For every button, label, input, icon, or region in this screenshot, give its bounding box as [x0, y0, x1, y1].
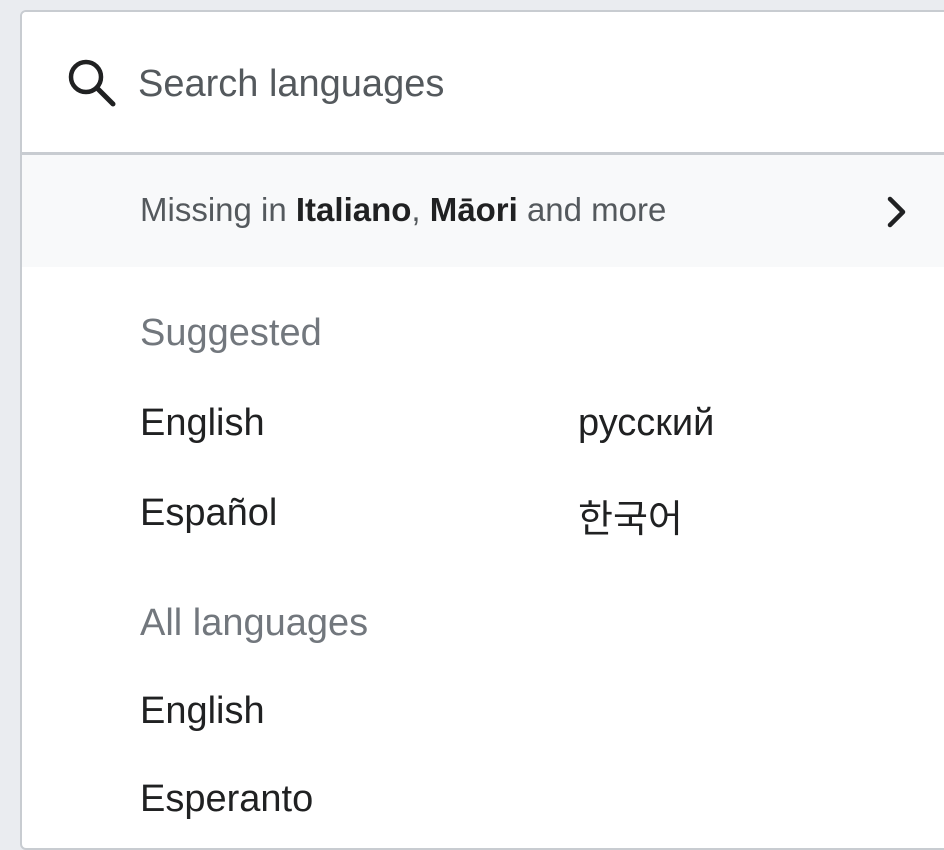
- missing-suffix: and more: [517, 191, 667, 228]
- search-icon: [64, 56, 120, 112]
- missing-languages-banner[interactable]: Missing in Italiano, Māori and more: [22, 155, 944, 267]
- missing-prefix: Missing in: [140, 191, 296, 228]
- language-item-spanish[interactable]: Español: [140, 492, 277, 535]
- missing-language-1: Italiano: [295, 191, 412, 228]
- search-input[interactable]: [138, 56, 898, 112]
- missing-separator: ,: [411, 191, 430, 228]
- language-item-english[interactable]: English: [140, 402, 265, 445]
- language-item-english-all[interactable]: English: [140, 690, 265, 733]
- all-languages-heading: All languages: [140, 602, 369, 644]
- language-item-russian[interactable]: русский: [578, 402, 714, 445]
- chevron-right-icon: [884, 195, 910, 229]
- missing-language-2: Māori: [429, 191, 518, 228]
- language-item-korean[interactable]: 한국어: [578, 488, 683, 543]
- suggested-heading: Suggested: [140, 312, 322, 354]
- search-bar: [22, 12, 944, 155]
- missing-languages-text: Missing in Italiano, Māori and more: [140, 191, 666, 229]
- language-selector-panel: Missing in Italiano, Māori and more Sugg…: [20, 10, 944, 850]
- language-item-esperanto[interactable]: Esperanto: [140, 778, 313, 821]
